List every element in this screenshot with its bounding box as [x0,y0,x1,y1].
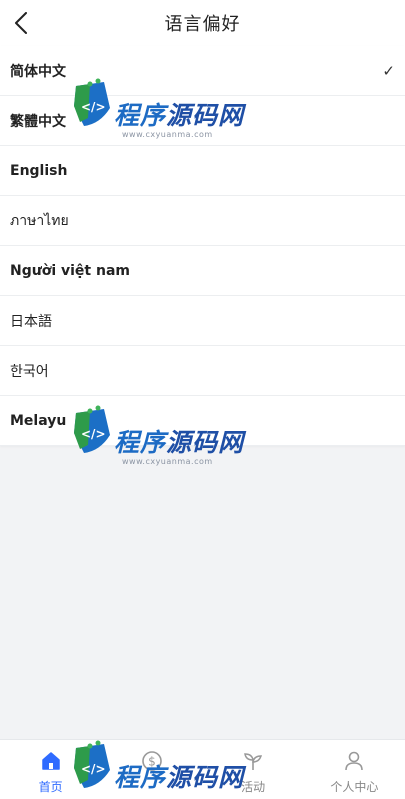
language-list: 简体中文 ✓ 繁體中文 English ภาษาไทย Người việt n… [0,46,405,446]
language-label: 简体中文 [10,63,66,80]
person-icon [342,749,366,773]
language-option-ko[interactable]: 한국어 [0,346,405,396]
language-option-th[interactable]: ภาษาไทย [0,196,405,246]
language-label: Melayu [10,412,67,429]
selected-check-icon: ✓ [382,61,395,80]
tab-label: 首页 [38,780,63,794]
bottom-tab-bar: 首页 $ 活动 个人中心 [0,739,405,799]
tab-label: 个人中心 [330,780,379,794]
back-button[interactable] [8,9,34,37]
language-option-zh-hans[interactable]: 简体中文 ✓ [0,46,405,96]
tab-home[interactable]: 首页 [0,740,101,799]
language-option-en[interactable]: English [0,146,405,196]
tab-wallet[interactable]: $ [101,740,202,799]
language-label: 한국어 [10,363,49,380]
tab-label: 活动 [241,780,266,794]
language-option-vi[interactable]: Người việt nam [0,246,405,296]
language-option-ja[interactable]: 日本語 [0,296,405,346]
language-option-ms[interactable]: Melayu [0,396,405,446]
tab-activity[interactable]: 活动 [203,740,304,799]
language-label: 日本語 [10,313,52,330]
language-label: ภาษาไทย [10,212,69,229]
svg-text:$: $ [148,755,156,769]
watermark-url: www.cxyuanma.com [122,457,213,466]
coin-icon: $ [140,749,164,773]
tab-profile[interactable]: 个人中心 [304,740,405,799]
language-option-zh-hant[interactable]: 繁體中文 [0,96,405,146]
home-icon [39,749,63,773]
sprout-icon [241,749,265,773]
page-title: 语言偏好 [164,14,241,35]
language-label: English [10,162,68,179]
language-label: Người việt nam [10,262,130,279]
chevron-left-icon [15,12,27,34]
language-label: 繁體中文 [10,113,66,130]
top-bar: 语言偏好 [0,0,405,46]
